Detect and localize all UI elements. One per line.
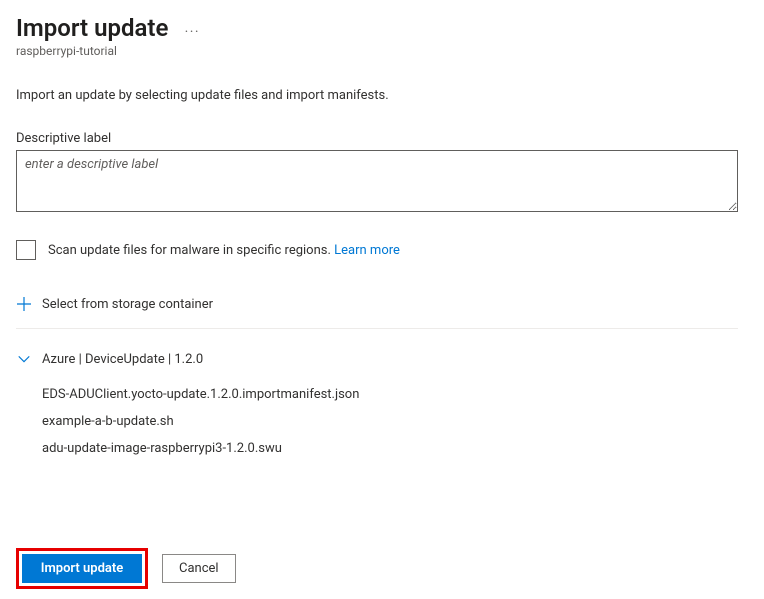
more-icon[interactable]: ···: [182, 22, 202, 42]
scan-label-text: Scan update files for malware in specifi…: [48, 243, 334, 258]
select-storage-button[interactable]: Select from storage container: [16, 296, 738, 329]
import-update-button[interactable]: Import update: [22, 554, 142, 583]
update-group-label: Azure | DeviceUpdate | 1.2.0: [42, 352, 203, 367]
update-group-toggle[interactable]: Azure | DeviceUpdate | 1.2.0: [16, 351, 748, 367]
cancel-button[interactable]: Cancel: [162, 554, 236, 583]
file-list: EDS-ADUClient.yocto-update.1.2.0.importm…: [16, 381, 748, 462]
breadcrumb-subtitle: raspberrypi-tutorial: [16, 44, 748, 58]
instruction-text: Import an update by selecting update fil…: [16, 88, 748, 103]
scan-checkbox[interactable]: [16, 240, 36, 260]
list-item: example-a-b-update.sh: [42, 408, 748, 435]
page-header: Import update ··· raspberrypi-tutorial: [16, 14, 748, 58]
page-title: Import update: [16, 14, 168, 42]
learn-more-link[interactable]: Learn more: [334, 243, 400, 258]
scan-checkbox-row: Scan update files for malware in specifi…: [16, 240, 748, 260]
descriptive-label-input[interactable]: [16, 150, 738, 212]
list-item: EDS-ADUClient.yocto-update.1.2.0.importm…: [42, 381, 748, 408]
chevron-down-icon: [16, 351, 32, 367]
scan-label: Scan update files for malware in specifi…: [48, 243, 400, 258]
footer-actions: Import update Cancel: [16, 548, 236, 589]
title-row: Import update ···: [16, 14, 748, 42]
highlight-annotation: Import update: [16, 548, 148, 589]
select-storage-label: Select from storage container: [42, 297, 213, 312]
plus-icon: [16, 296, 32, 312]
descriptive-label-caption: Descriptive label: [16, 131, 748, 146]
list-item: adu-update-image-raspberrypi3-1.2.0.swu: [42, 435, 748, 462]
